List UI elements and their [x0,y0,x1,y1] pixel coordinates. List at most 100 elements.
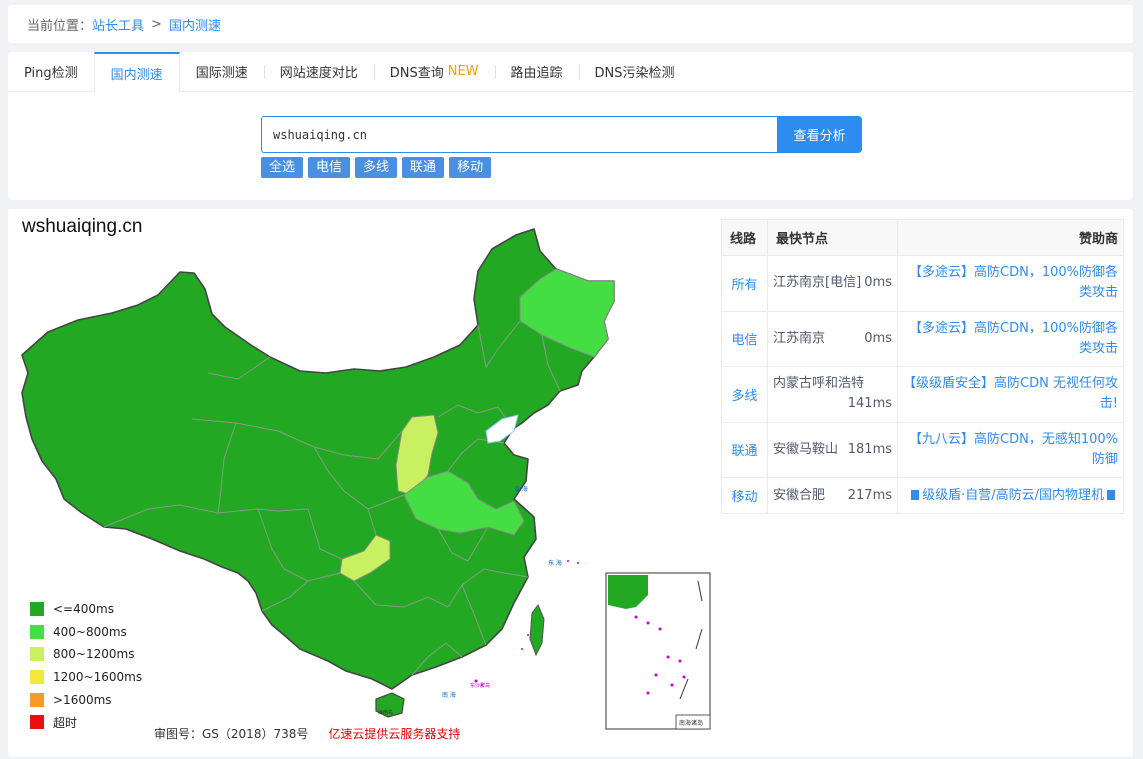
filter-unicom[interactable]: 联通 [402,157,445,178]
node-name: 内蒙古呼和浩特 [773,376,865,392]
map-dongsha-label: 东沙群岛 [470,682,490,689]
tab-bar: Ping检测 国内测速 国际测速 网站速度对比 DNS查询 NEW 路由追踪 DN… [8,52,1133,92]
node-cell: 安徽马鞍山 181ms [767,421,898,478]
tab-label: DNS查询 [389,66,444,81]
line-link[interactable]: 移动 [721,477,768,514]
table-row: 电信 江苏南京 0ms 【多途云】高防CDN，100%防御各类攻击 [721,310,1124,367]
node-cell: 安徽合肥 217ms [767,477,898,514]
search-bar: 查看分析 [261,116,862,153]
node-cell: 江苏南京[电信] 0ms [767,255,898,312]
sea-label: 东 海 [548,559,562,567]
legend-item: >1600ms [30,688,142,711]
legend-label: 1200~1600ms [53,670,143,685]
legend-item: 400~800ms [30,621,142,644]
table-row: 联通 安徽马鞍山 181ms 【九八云】高防CDN，无感知100%防御 [721,421,1124,478]
node-latency: 217ms [847,487,892,503]
node-latency: 0ms [864,275,892,291]
line-link[interactable]: 所有 [721,255,768,312]
breadcrumb-link-speedtest[interactable]: 国内测速 [169,15,221,34]
tab-label: 国际测速 [195,66,248,81]
new-badge: NEW [447,64,479,79]
result-domain: wshuaiqing.cn [22,216,143,237]
node-cell: 江苏南京 0ms [767,310,898,367]
node-latency: 181ms [847,441,892,457]
tab-ping[interactable]: Ping检测 [8,52,94,91]
south-sea-label: 南海诸岛 [679,719,703,727]
legend-swatch [30,602,44,617]
node-name: 江苏南京 [773,330,826,346]
legend-label: >1600ms [53,692,112,707]
line-link[interactable]: 联通 [721,421,768,478]
tab-traceroute[interactable]: 路由追踪 [494,52,579,91]
legend-swatch [30,647,44,662]
legend-label: 400~800ms [53,624,127,639]
tab-international-speed[interactable]: 国际测速 [180,52,264,91]
line-link[interactable]: 电信 [721,310,768,367]
node-latency: 141ms [847,396,892,412]
tab-label: 路由追踪 [510,66,563,81]
sponsor-link[interactable]: 【九八云】高防CDN，无感知100%防御 [897,421,1124,478]
node-latency: 0ms [864,330,892,346]
tool-panel: Ping检测 国内测速 国际测速 网站速度对比 DNS查询 NEW 路由追踪 DN… [8,52,1133,200]
legend-item: <=400ms [30,598,142,621]
node-cell: 内蒙古呼和浩特 141ms [767,366,898,423]
line-filters: 全选 电信 多线 联通 移动 [261,157,492,178]
table-row: 多线 内蒙古呼和浩特 141ms 【级级盾安全】高防CDN 无视任何攻击! [721,366,1124,423]
analyze-button[interactable]: 查看分析 [777,116,862,153]
domain-input[interactable] [261,116,777,153]
tab-dns-pollution[interactable]: DNS污染检测 [578,52,691,91]
tab-label: DNS污染检测 [594,66,675,81]
filter-telecom[interactable]: 电信 [308,157,351,178]
sponsor-link[interactable]: 【多途云】高防CDN，100%防御各类攻击 [897,310,1124,367]
tab-domestic-speed[interactable]: 国内测速 [93,52,180,92]
fastest-node-table: 线路 最快节点 赞助商 所有 江苏南京[电信] 0ms 【多途云】高防CDN，10… [721,219,1124,514]
legend-swatch [30,670,44,685]
legend-swatch [30,692,44,707]
tab-label: Ping检测 [24,66,78,81]
breadcrumb-link-tools[interactable]: 站长工具 [92,15,144,34]
tab-label: 国内测速 [110,67,163,83]
legend-label: <=400ms [53,602,114,617]
square-icon [1107,489,1115,500]
column-header-sponsor: 赞助商 [897,219,1124,256]
breadcrumb: 当前位置： 站长工具 > 国内测速 [8,5,1133,43]
legend-swatch [30,624,44,639]
node-name: 江苏南京[电信] [773,275,862,291]
sponsor-link[interactable]: 级级盾·自营/高防云/国内物理机 [897,477,1124,514]
map-review-number: 审图号：GS（2018）738号 [154,727,309,741]
breadcrumb-prefix: 当前位置： [27,18,93,34]
filter-select-all[interactable]: 全选 [261,157,304,178]
sponsor-text: 级级盾·自营/高防云/国内物理机 [922,487,1104,503]
square-icon [911,489,920,500]
line-link[interactable]: 多线 [721,366,768,423]
sea-label: 黄 海 [514,485,528,493]
map-footer: 审图号：GS（2018）738号 亿速云提供云服务器支持 [154,725,460,742]
map-hainan-label: 海南岛 [378,709,393,716]
legend-item: 1200~1600ms [30,666,142,689]
filter-mobile[interactable]: 移动 [449,157,492,178]
node-name: 安徽马鞍山 [773,441,839,457]
legend-label: 超时 [53,715,78,730]
column-header-line: 线路 [721,219,768,256]
table-row: 所有 江苏南京[电信] 0ms 【多途云】高防CDN，100%防御各类攻击 [721,255,1124,312]
tab-site-compare[interactable]: 网站速度对比 [263,52,374,91]
node-name: 安徽合肥 [773,487,826,503]
table-header-row: 线路 最快节点 赞助商 [721,219,1124,256]
south-sea-inset: 南海诸岛 [605,572,711,730]
legend-label: 800~1200ms [53,647,135,662]
tab-label: 网站速度对比 [279,66,358,81]
column-header-node: 最快节点 [767,219,898,256]
legend-swatch [30,715,44,730]
legend-item: 超时 [30,711,142,734]
latency-legend: <=400ms 400~800ms 800~1200ms 1200~1600ms… [30,598,142,734]
filter-multiline[interactable]: 多线 [355,157,398,178]
breadcrumb-separator: > [151,16,162,32]
sea-label: 南 海 [442,691,456,699]
table-row: 移动 安徽合肥 217ms 级级盾·自营/高防云/国内物理机 [721,477,1124,514]
map-taiwan [529,604,545,657]
tab-dns-query[interactable]: DNS查询 NEW [373,52,495,91]
result-panel: 黄 海 东 海 南 海 东沙群岛 海南岛 南海诸岛 wshuaiqing.cn … [8,209,1133,757]
sponsor-link[interactable]: 【多途云】高防CDN，100%防御各类攻击 [897,255,1124,312]
map-sponsor-link[interactable]: 亿速云提供云服务器支持 [328,727,460,741]
sponsor-link[interactable]: 【级级盾安全】高防CDN 无视任何攻击! [897,366,1124,423]
